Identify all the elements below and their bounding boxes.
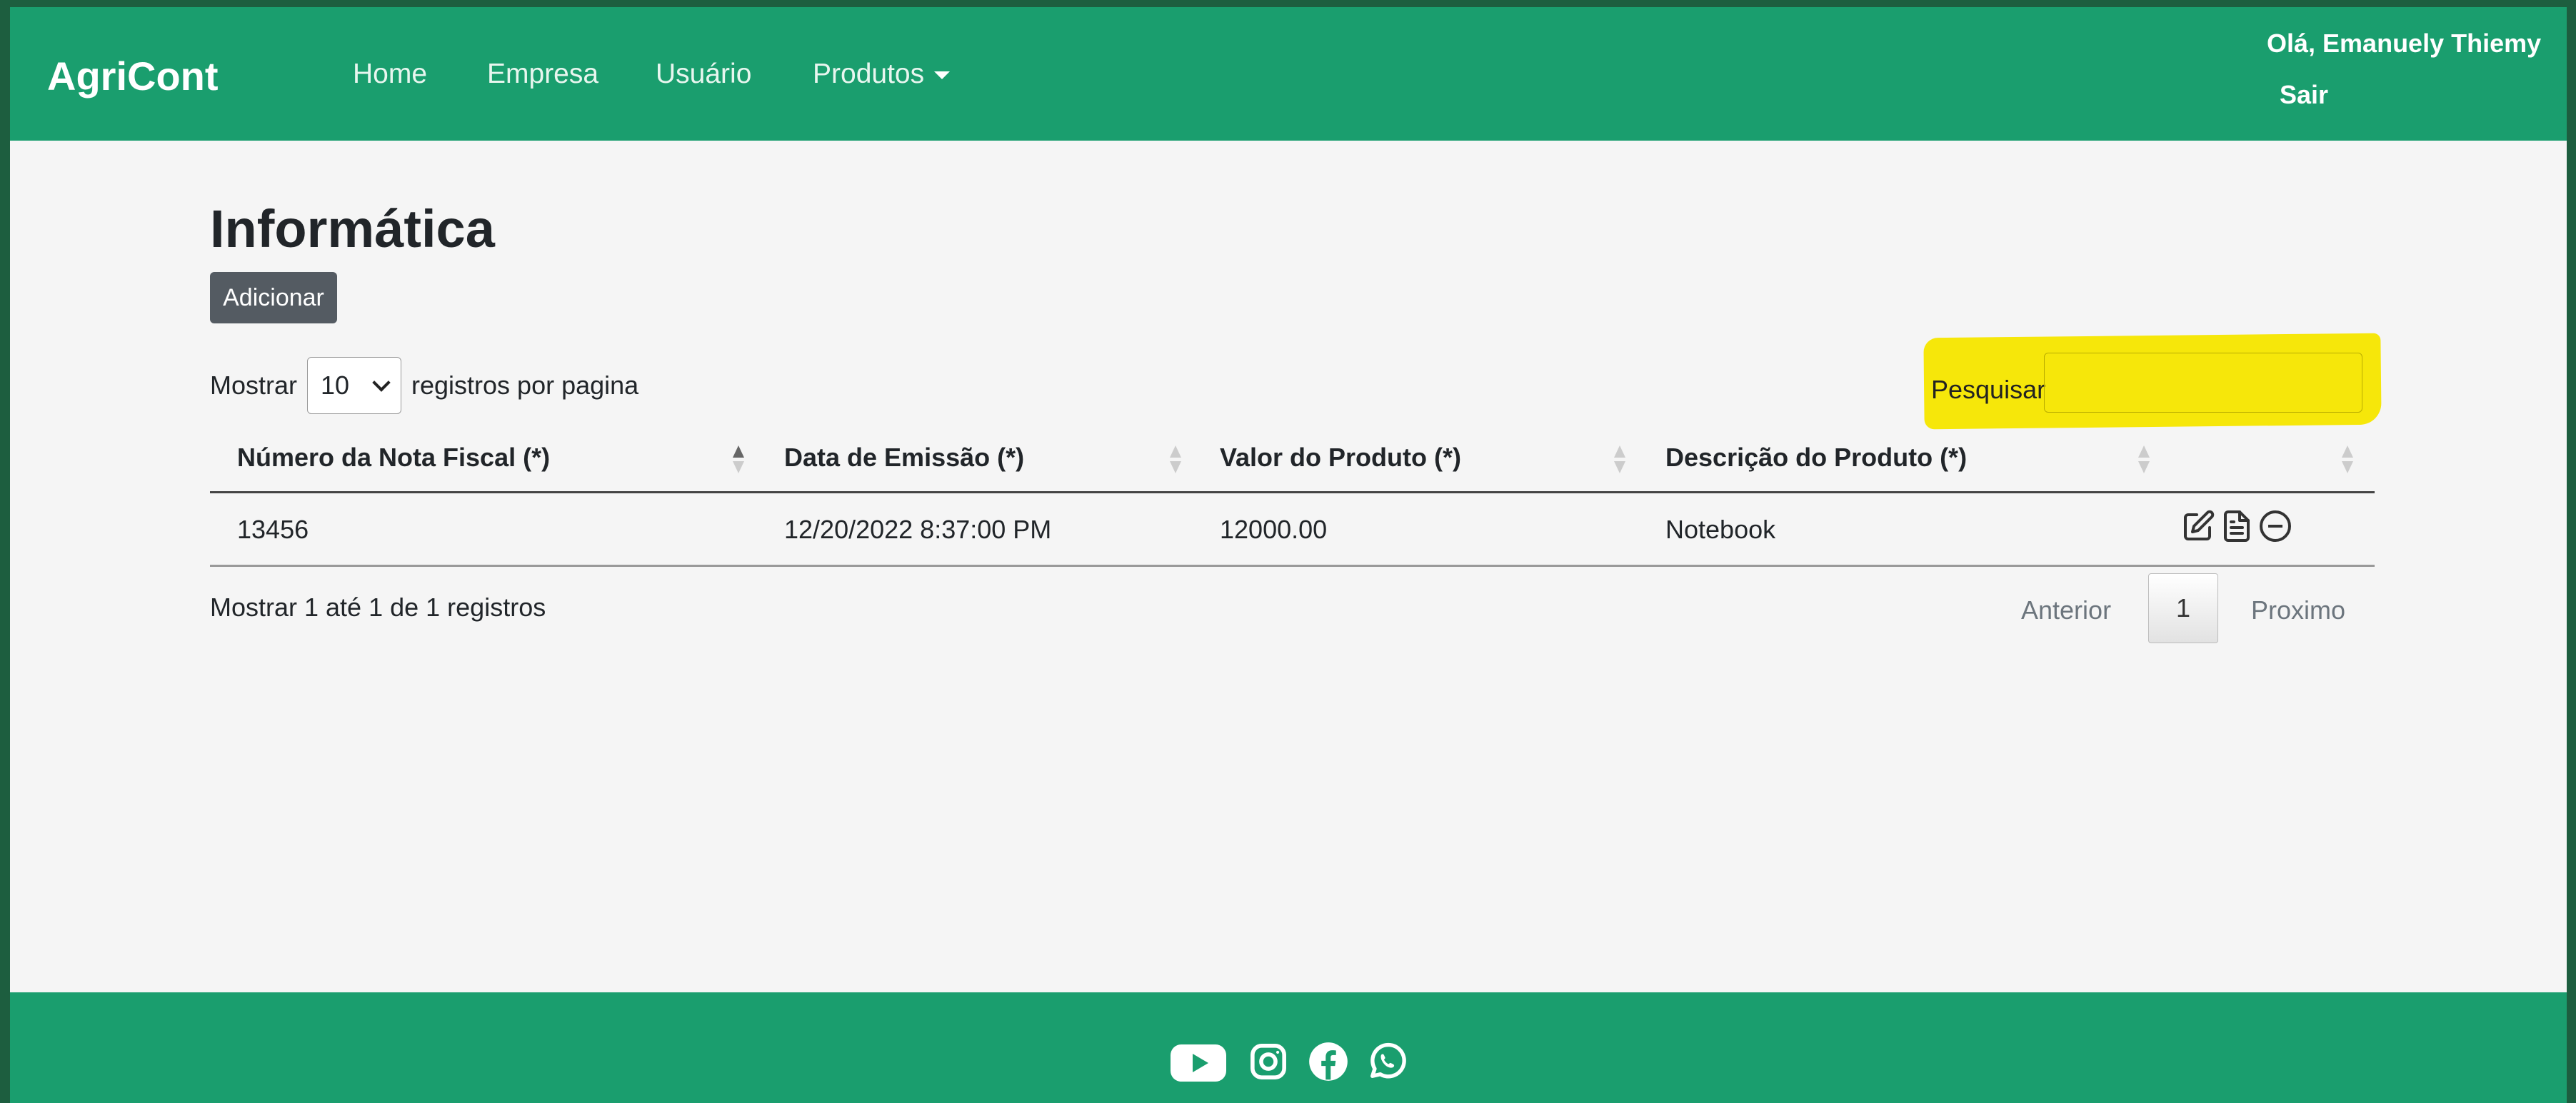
add-button[interactable]: Adicionar — [210, 272, 337, 323]
search-input[interactable] — [2044, 353, 2362, 413]
length-control: Mostrar 10 registros por pagina — [210, 357, 638, 414]
sort-icon[interactable] — [2138, 445, 2150, 477]
nav-home[interactable]: Home — [353, 59, 427, 90]
top-navbar: AgriCont Home Empresa Usuário Produtos O… — [10, 7, 2567, 141]
edit-icon[interactable] — [2181, 509, 2215, 543]
cell-data-emissao: 12/20/2022 8:37:00 PM — [784, 515, 1052, 544]
table-header: Número da Nota Fiscal (*) Data de Emissã… — [210, 425, 2375, 493]
sort-icon[interactable] — [1614, 445, 1625, 477]
document-icon[interactable] — [2220, 509, 2254, 543]
cell-descricao-produto: Notebook — [1665, 515, 1776, 544]
nav-usuario[interactable]: Usuário — [656, 59, 751, 90]
facebook-icon[interactable] — [1308, 1042, 1348, 1085]
cell-valor-produto: 12000.00 — [1220, 515, 1328, 544]
youtube-icon[interactable] — [1171, 1043, 1226, 1087]
header-nota-fiscal[interactable]: Número da Nota Fiscal (*) — [237, 443, 550, 473]
records-per-page-select[interactable]: 10 — [307, 357, 402, 414]
pagination-page-1[interactable]: 1 — [2148, 573, 2218, 643]
footer — [10, 992, 2567, 1103]
records-per-page-value: 10 — [321, 371, 350, 400]
cell-nota-fiscal: 13456 — [237, 515, 309, 544]
nav-produtos-label: Produtos — [813, 59, 925, 89]
page-title: Informática — [210, 199, 495, 258]
header-descricao-produto[interactable]: Descrição do Produto (*) — [1665, 443, 1967, 473]
search-label: Pesquisar — [1931, 375, 2046, 404]
instagram-icon[interactable] — [1248, 1042, 1288, 1085]
header-data-emissao[interactable]: Data de Emissão (*) — [784, 443, 1024, 473]
nav-produtos-dropdown[interactable]: Produtos — [813, 59, 951, 90]
length-prefix: Mostrar — [210, 371, 298, 400]
user-greeting: Olá, Emanuely Thiemy — [2267, 29, 2542, 58]
logout-link[interactable]: Sair — [2280, 80, 2328, 110]
whatsapp-icon[interactable] — [1367, 1042, 1407, 1085]
remove-icon[interactable] — [2258, 509, 2292, 543]
nav-empresa[interactable]: Empresa — [487, 59, 598, 90]
pagination-next[interactable]: Proximo — [2251, 595, 2345, 625]
header-valor-produto[interactable]: Valor do Produto (*) — [1220, 443, 1461, 473]
table-info: Mostrar 1 até 1 de 1 registros — [210, 593, 546, 622]
brand-logo[interactable]: AgriCont — [47, 53, 219, 99]
chevron-down-icon — [372, 373, 391, 392]
sort-icon[interactable] — [2342, 445, 2353, 477]
records-table: Número da Nota Fiscal (*) Data de Emissã… — [210, 425, 2375, 567]
sort-icon[interactable] — [1170, 445, 1181, 477]
pagination-previous[interactable]: Anterior — [2021, 595, 2111, 625]
length-suffix: registros por pagina — [411, 371, 639, 400]
table-row: 13456 12/20/2022 8:37:00 PM 12000.00 Not… — [210, 493, 2375, 567]
sort-icon[interactable] — [733, 445, 744, 477]
app-window: AgriCont Home Empresa Usuário Produtos O… — [10, 7, 2567, 1103]
caret-down-icon — [934, 71, 951, 80]
row-actions — [2181, 509, 2292, 543]
